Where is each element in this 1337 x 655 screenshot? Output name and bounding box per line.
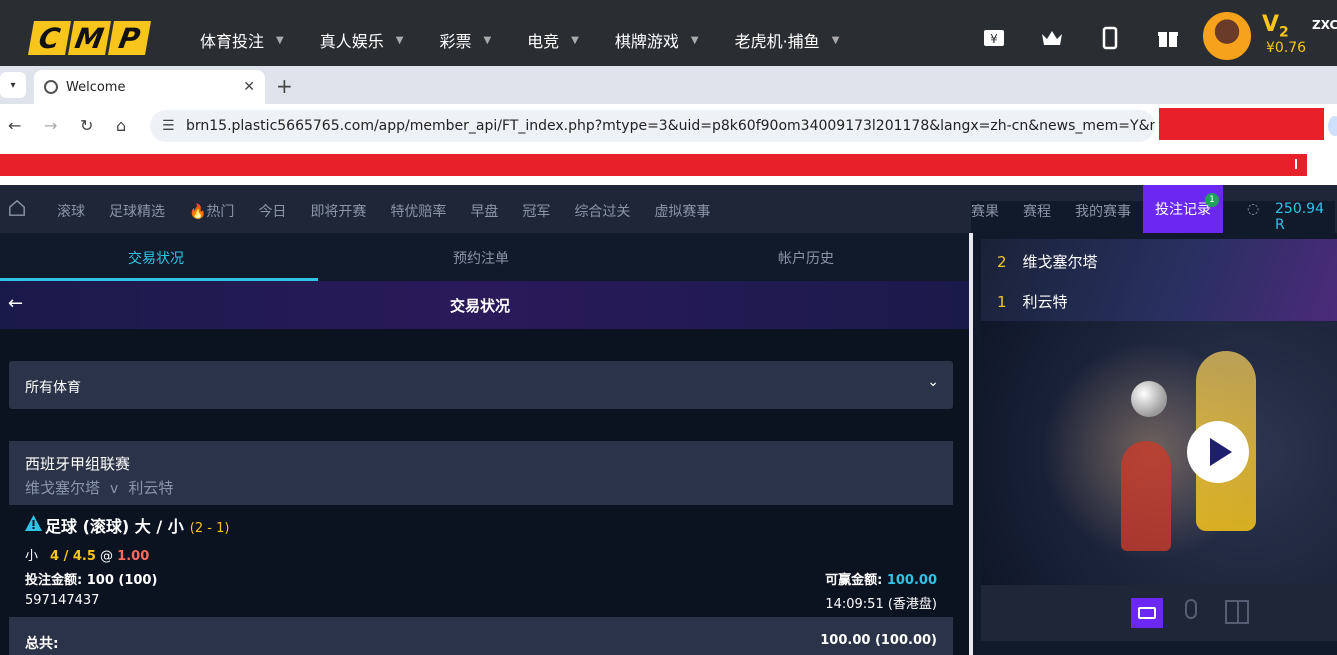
- home-icon[interactable]: ⌂: [116, 116, 126, 135]
- match-header: 西班牙甲组联赛 维戈塞尔塔 v 利云特: [9, 441, 953, 505]
- crown-icon[interactable]: [1040, 26, 1064, 50]
- deposit-icon[interactable]: ¥: [982, 26, 1006, 50]
- nav-hot[interactable]: 🔥热门: [189, 201, 234, 221]
- bet-selection: 小4 / 4.5 @ 1.00: [25, 549, 150, 564]
- globe-icon: [44, 80, 58, 94]
- sport-filter-dropdown[interactable]: 所有体育 ⌄: [9, 361, 953, 409]
- section-banner: ← 交易状况: [0, 281, 969, 329]
- page-title: 交易状况: [449, 297, 510, 315]
- play-button[interactable]: [1187, 421, 1249, 483]
- username[interactable]: ZXC: [1312, 18, 1337, 32]
- close-tab-icon[interactable]: ✕: [243, 79, 255, 95]
- nav-football-picks[interactable]: 足球精选: [109, 201, 165, 221]
- nav-starting-soon[interactable]: 即将开赛: [310, 201, 366, 221]
- play-icon: [1210, 438, 1232, 466]
- home-icon[interactable]: [8, 199, 26, 217]
- nav-today[interactable]: 今日: [258, 201, 286, 221]
- status-tabs: 交易状况 预约注单 帐户历史: [0, 233, 969, 281]
- total-row: 总共: 100.00 (100.00): [9, 617, 953, 655]
- bookmark-strip: [0, 148, 1337, 185]
- credit-balance: 250.94 R: [1275, 201, 1324, 233]
- nav-in-play[interactable]: 滚球: [57, 201, 85, 221]
- eye-hidden-icon[interactable]: ◌: [1247, 201, 1259, 217]
- tab-list-chevron-icon[interactable]: ▾: [0, 72, 26, 98]
- player-figure: [1121, 441, 1171, 551]
- nav-lottery[interactable]: 彩票 ▼: [439, 28, 491, 52]
- team-ranking: 2 维戈塞尔塔 1 利云特: [981, 239, 1337, 321]
- chevron-down-icon: ▼: [831, 34, 840, 46]
- nav-special-odds[interactable]: 特优赔率: [390, 201, 446, 221]
- browser-address-bar: ← → ↻ ⌂ ☰ brn15.plastic5665765.com/app/m…: [0, 104, 1337, 148]
- nav-live-casino[interactable]: 真人娱乐 ▼: [320, 28, 404, 52]
- header-icons: ¥: [982, 26, 1180, 50]
- ranking-row: 1 利云特: [997, 293, 1068, 311]
- bet-market: 足球 (滚球) 大 / 小 (2 - 1): [45, 517, 230, 536]
- nav-sports[interactable]: 体育投注 ▼: [200, 28, 284, 52]
- svg-text:¥: ¥: [990, 32, 998, 46]
- live-stream-preview[interactable]: [981, 321, 1337, 585]
- redaction-bar: [0, 154, 1307, 176]
- avatar[interactable]: [1203, 12, 1251, 60]
- tv-icon[interactable]: [1131, 598, 1163, 628]
- site-header: C M P 体育投注 ▼ 真人娱乐 ▼ 彩票 ▼ 电竞 ▼ 棋牌游戏 ▼ 老虎机·捕鱼 ▼ …: [0, 0, 1337, 66]
- bet-record-button[interactable]: 投注记录 1: [1143, 185, 1223, 233]
- bet-time: 14:09:51 (香港盘): [825, 597, 937, 612]
- nav-virtual[interactable]: 虚拟赛事: [654, 201, 710, 221]
- new-tab-button[interactable]: +: [276, 74, 293, 98]
- chevron-down-icon: ▼: [395, 34, 404, 46]
- stake-amount: 投注金额: 100 (100): [25, 573, 158, 588]
- chevron-down-icon: ▼: [483, 34, 492, 46]
- wallet-balance: ¥0.76: [1266, 40, 1307, 56]
- bet-detail: 足球 (滚球) 大 / 小 (2 - 1) 小4 / 4.5 @ 1.00 投注金…: [9, 505, 953, 617]
- reload-icon[interactable]: ↻: [80, 116, 93, 135]
- bet-count-badge: 1: [1205, 193, 1219, 207]
- match-teams: 维戈塞尔塔 v 利云特: [25, 479, 174, 497]
- cmp-logo[interactable]: C M P: [28, 21, 151, 55]
- browser-tab-strip: ▾ Welcome ✕ +: [0, 66, 1337, 104]
- chevron-down-icon: ▼: [276, 34, 284, 46]
- potential-win: 可赢金额: 100.00: [825, 573, 937, 588]
- site-info-icon[interactable]: ☰: [162, 118, 175, 134]
- gift-icon[interactable]: [1156, 26, 1180, 50]
- chevron-down-icon: ▼: [690, 34, 699, 46]
- mobile-icon[interactable]: [1098, 26, 1122, 50]
- microphone-icon[interactable]: [1185, 599, 1197, 619]
- nav-outright[interactable]: 冠军: [522, 201, 550, 221]
- nav-early[interactable]: 早盘: [470, 201, 498, 221]
- back-arrow-icon[interactable]: ←: [8, 116, 21, 135]
- warning-icon: [25, 515, 42, 531]
- redaction-bar: [1159, 108, 1324, 140]
- forward-arrow-icon[interactable]: →: [44, 116, 57, 135]
- tab-transaction-status[interactable]: 交易状况: [128, 248, 184, 268]
- vip-level: V2: [1262, 12, 1289, 41]
- nav-parlay[interactable]: 综合过关: [574, 201, 630, 221]
- ball-image: [1131, 381, 1167, 417]
- ranking-row: 2 维戈塞尔塔: [997, 253, 1098, 271]
- chevron-down-icon: ▼: [571, 34, 579, 46]
- nav-card-games[interactable]: 棋牌游戏 ▼: [615, 28, 699, 52]
- stream-controls: [981, 585, 1337, 641]
- main-nav: 体育投注 ▼ 真人娱乐 ▼ 彩票 ▼ 电竞 ▼ 棋牌游戏 ▼ 老虎机·捕鱼 ▼: [200, 28, 875, 52]
- browser-tab[interactable]: Welcome ✕: [34, 70, 265, 104]
- pitch-icon[interactable]: [1225, 600, 1249, 624]
- sportsbook-nav: 滚球 足球精选 🔥热门 今日 即将开赛 特优赔率 早盘 冠军 综合过关 虚拟赛事…: [0, 185, 1337, 623]
- live-panel: 2 维戈塞尔塔 1 利云特: [973, 233, 1337, 655]
- nav-slots-fishing[interactable]: 老虎机·捕鱼 ▼: [735, 28, 840, 52]
- tab-account-history[interactable]: 帐户历史: [778, 248, 834, 268]
- extension-icon[interactable]: [1328, 116, 1337, 136]
- ticket-id: 597147437: [25, 593, 100, 608]
- nav-esports[interactable]: 电竞 ▼: [527, 28, 579, 52]
- url-input[interactable]: ☰ brn15.plastic5665765.com/app/member_ap…: [150, 110, 1155, 142]
- league-name: 西班牙甲组联赛: [25, 455, 131, 473]
- bet-status-panel: 交易状况 预约注单 帐户历史 ← 交易状况 所有体育 ⌄ 西班牙甲组联赛 维戈塞…: [0, 233, 969, 655]
- sportsbook-links: 滚球 足球精选 🔥热门 今日 即将开赛 特优赔率 早盘 冠军 综合过关 虚拟赛事: [57, 201, 734, 221]
- chevron-down-icon: ⌄: [927, 374, 939, 390]
- tab-pending-bets[interactable]: 预约注单: [453, 248, 509, 268]
